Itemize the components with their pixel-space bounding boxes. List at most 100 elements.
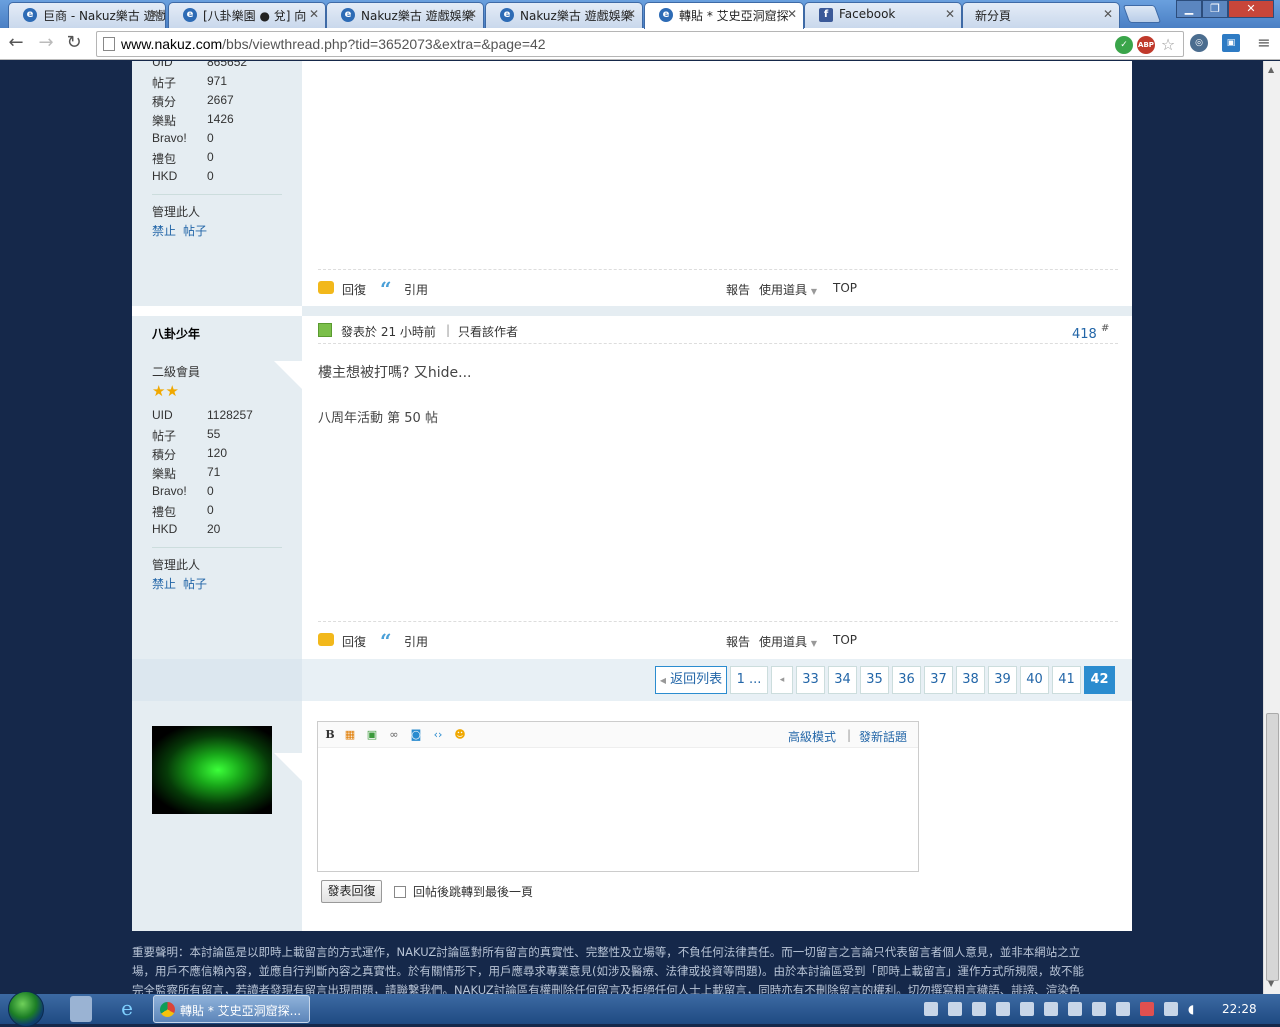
vertical-scrollbar[interactable]: ▲ ▼: [1263, 61, 1280, 994]
page-link[interactable]: 40: [1020, 666, 1049, 694]
reload-icon[interactable]: ↻: [64, 33, 84, 53]
quote-icon[interactable]: “: [380, 279, 392, 299]
quote-link[interactable]: 引用: [404, 281, 428, 298]
bold-icon[interactable]: B: [324, 729, 336, 741]
forward-icon[interactable]: →: [36, 33, 56, 53]
tools-menu[interactable]: 使用道具 ▼: [759, 633, 817, 650]
new-topic-link[interactable]: 發新話題: [859, 728, 907, 745]
volume-icon[interactable]: ◖: [1188, 1002, 1202, 1016]
check-icon[interactable]: ✓: [1115, 36, 1133, 54]
link-icon[interactable]: ∞: [388, 729, 400, 741]
browser-tab[interactable]: e Nakuz樂古 遊戲娛樂 ✕: [485, 2, 643, 28]
jump-checkbox[interactable]: [394, 886, 406, 898]
start-button[interactable]: [8, 991, 44, 1027]
floor-number[interactable]: 418: [1072, 327, 1097, 342]
back-icon[interactable]: ←: [6, 33, 26, 53]
clock[interactable]: 22:28: [1222, 1002, 1257, 1016]
submit-reply-button[interactable]: 發表回復: [321, 880, 382, 903]
tray-icon[interactable]: [948, 1002, 962, 1016]
close-icon[interactable]: ✕: [945, 7, 955, 21]
tray-icon[interactable]: [1020, 1002, 1034, 1016]
address-bar[interactable]: www.nakuz.com/bbs/viewthread.php?tid=365…: [96, 31, 1184, 57]
network-icon[interactable]: [1164, 1002, 1178, 1016]
browser-tab[interactable]: e [八卦樂園 ● 兌] 向 ✕: [168, 2, 326, 28]
top-link[interactable]: TOP: [833, 633, 857, 647]
tray-icon[interactable]: [1068, 1002, 1082, 1016]
color-icon[interactable]: ▦: [344, 729, 356, 741]
scrollbar-thumb[interactable]: [1266, 713, 1279, 981]
image-icon[interactable]: ▣: [366, 729, 378, 741]
quote-block-icon[interactable]: ◙: [410, 729, 422, 741]
ie-icon[interactable]: e: [116, 996, 138, 1022]
reply-icon[interactable]: [318, 633, 334, 646]
reply-textarea[interactable]: [318, 748, 918, 871]
tray-icon[interactable]: [1044, 1002, 1058, 1016]
explorer-icon[interactable]: [70, 996, 92, 1022]
browser-tab[interactable]: f Facebook ✕: [804, 2, 962, 28]
chrome-icon: [160, 1002, 175, 1017]
posts-link[interactable]: 帖子: [183, 222, 207, 239]
reply-link[interactable]: 回復: [342, 633, 366, 650]
page-link[interactable]: 38: [956, 666, 985, 694]
scroll-down-icon[interactable]: ▼: [1268, 979, 1274, 988]
posts-link[interactable]: 帖子: [183, 575, 207, 592]
tools-menu[interactable]: 使用道具 ▼: [759, 281, 817, 298]
code-icon[interactable]: ‹›: [432, 729, 444, 741]
browser-tab-active[interactable]: e 轉貼 * 艾史亞洞窟探 ✕: [644, 2, 804, 29]
tray-icon[interactable]: [1140, 1002, 1154, 1016]
ban-link[interactable]: 禁止: [152, 575, 176, 592]
star-icon[interactable]: ☆: [1159, 36, 1177, 54]
restore-button[interactable]: ❐: [1202, 0, 1228, 18]
report-link[interactable]: 報告: [726, 633, 750, 650]
adblock-icon[interactable]: ABP: [1137, 36, 1155, 54]
menu-icon[interactable]: ≡: [1254, 33, 1274, 53]
jump-label: 回帖後跳轉到最後一頁: [413, 885, 534, 899]
browser-tab[interactable]: e Nakuz樂古 遊戲娛樂 ✕: [326, 2, 484, 28]
page-link[interactable]: 36: [892, 666, 921, 694]
scroll-up-icon[interactable]: ▲: [1268, 65, 1274, 74]
close-icon[interactable]: ✕: [787, 7, 797, 21]
close-icon[interactable]: ✕: [626, 7, 636, 21]
browser-tab[interactable]: e巨商 - Nakuz樂古 遊戲娛樂✕: [8, 2, 166, 28]
close-window-button[interactable]: ✕: [1228, 0, 1274, 18]
close-icon[interactable]: ✕: [149, 7, 159, 21]
tray-icon[interactable]: [972, 1002, 986, 1016]
page-link[interactable]: 39: [988, 666, 1017, 694]
ban-link[interactable]: 禁止: [152, 222, 176, 239]
close-icon[interactable]: ✕: [1103, 7, 1113, 21]
tray-icon[interactable]: [924, 1002, 938, 1016]
browser-tab[interactable]: 新分頁 ✕: [962, 2, 1120, 28]
tray-icon[interactable]: [1092, 1002, 1106, 1016]
extension-icon[interactable]: ▣: [1222, 34, 1240, 52]
report-link[interactable]: 報告: [726, 281, 750, 298]
close-icon[interactable]: ✕: [309, 7, 319, 21]
stat-row: Bravo! 0: [152, 484, 214, 498]
minimize-button[interactable]: ▁: [1176, 0, 1202, 18]
page-link[interactable]: 35: [860, 666, 889, 694]
back-to-list-button[interactable]: ◀ 返回列表: [655, 666, 727, 694]
top-link[interactable]: TOP: [833, 281, 857, 295]
extension-icon[interactable]: ◎: [1190, 34, 1208, 52]
advanced-mode-link[interactable]: 高級模式: [788, 728, 836, 745]
page-link[interactable]: 34: [828, 666, 857, 694]
taskbar-chrome-window[interactable]: 轉貼 * 艾史亞洞窟探...: [153, 995, 310, 1023]
page-link-first[interactable]: 1 ...: [730, 666, 768, 694]
new-tab-button[interactable]: [1122, 5, 1162, 23]
quote-link[interactable]: 引用: [404, 633, 428, 650]
tray-icon[interactable]: [1116, 1002, 1130, 1016]
author-only-link[interactable]: 只看該作者: [458, 323, 518, 340]
reply-link[interactable]: 回復: [342, 281, 366, 298]
tray-icon[interactable]: [996, 1002, 1010, 1016]
stat-row: 禮包 0: [152, 503, 214, 519]
smiley-icon[interactable]: ☻: [454, 729, 466, 741]
page-link[interactable]: 37: [924, 666, 953, 694]
page-link[interactable]: 33: [796, 666, 825, 694]
reply-editor: B ▦ ▣ ∞ ◙ ‹› ☻ 高級模式 | 發新話題: [317, 721, 919, 872]
username[interactable]: 八卦少年: [152, 325, 200, 342]
prev-page-icon[interactable]: ◂: [771, 666, 793, 694]
reply-icon[interactable]: [318, 281, 334, 294]
close-icon[interactable]: ✕: [467, 7, 477, 21]
current-page: 42: [1084, 666, 1115, 694]
page-link[interactable]: 41: [1052, 666, 1081, 694]
quote-icon[interactable]: “: [380, 631, 392, 651]
